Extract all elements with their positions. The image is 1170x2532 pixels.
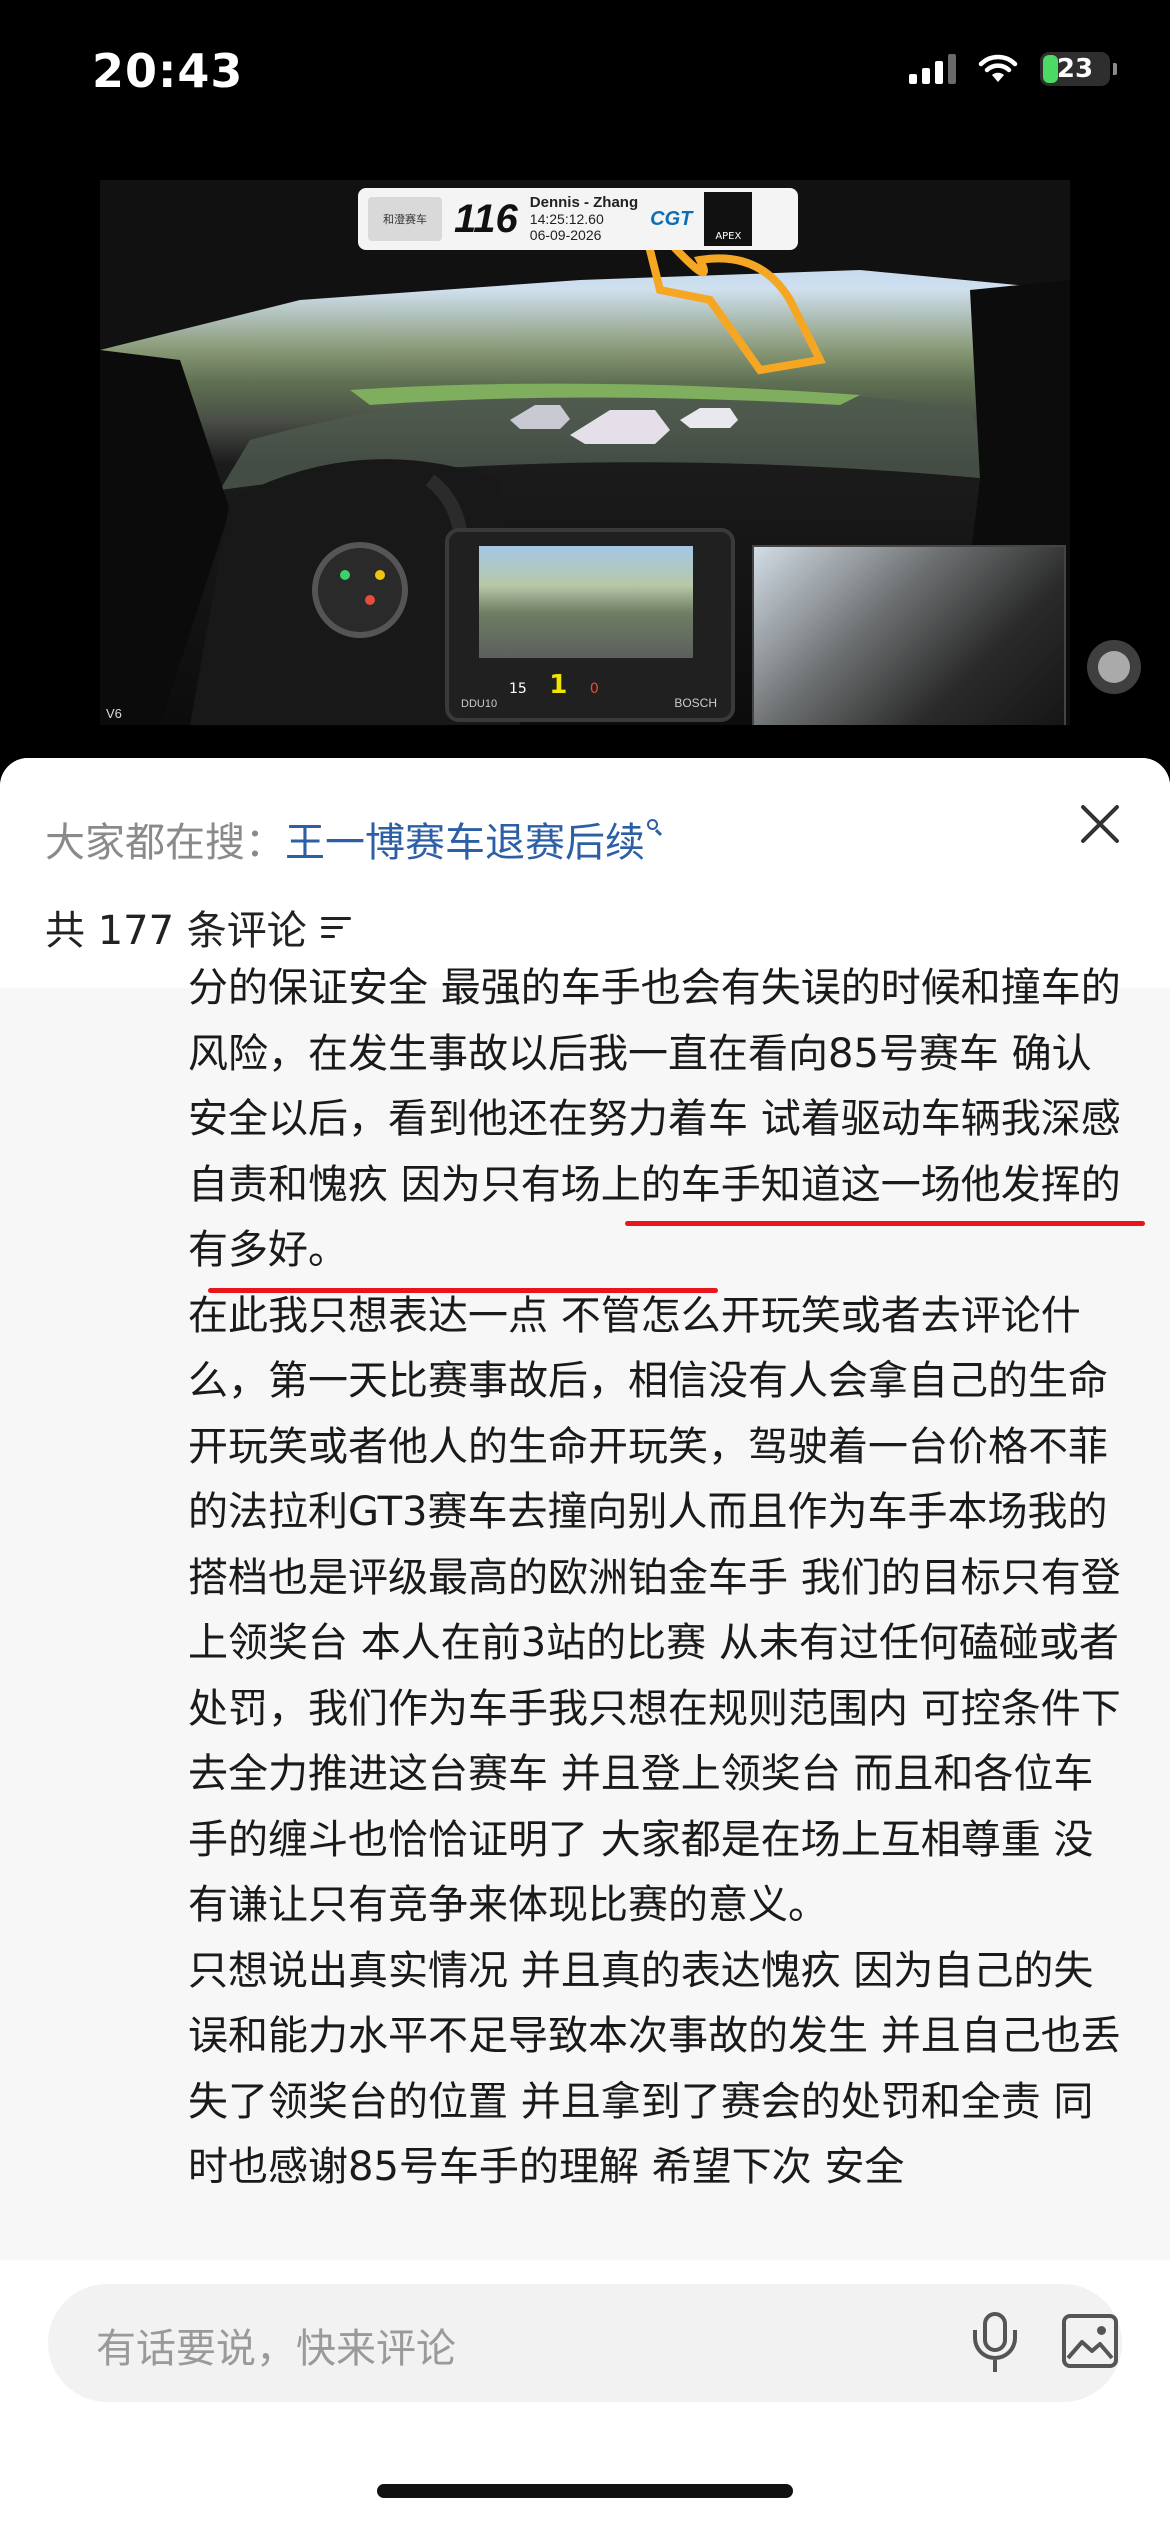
hot-search-row[interactable]: 大家都在搜： 王一博赛车退赛后续 <box>45 810 665 868</box>
status-bar: 20:43 23 <box>0 0 1170 150</box>
hot-search-label: 大家都在搜： <box>45 820 285 866</box>
series-logo: CGT <box>650 207 693 230</box>
battery-level <box>1043 55 1058 83</box>
comment-input[interactable]: 有话要说，快来评论 <box>48 2284 1122 2402</box>
floating-assist-button[interactable] <box>1087 640 1141 694</box>
dash-brand: BOSCH <box>674 696 717 710</box>
dashboard-display: 15 1 0 DDU10 BOSCH <box>445 528 735 722</box>
hot-search-link[interactable]: 王一博赛车退赛后续 <box>285 810 645 868</box>
team-logo: 和澄赛车 <box>368 197 442 241</box>
onboard-camera-inset <box>752 545 1066 725</box>
driver-names: Dennis - Zhang <box>529 194 639 211</box>
comment-body: 分的保证安全 最强的车手也会有失误的时候和撞车的风险，在发生事故以后我一直在看向… <box>188 956 1128 2201</box>
apex-logo: APEX <box>704 192 753 246</box>
comment-paragraph: 在此我只想表达一点 不管怎么开玩笑或者去评论什么，第一天比赛事故后，相信没有人会… <box>188 1292 1121 1929</box>
dash-speed-right: 0 <box>589 681 599 697</box>
highlight-underline <box>625 1221 1145 1226</box>
lap-time: 14:25:12.60 <box>529 211 604 227</box>
dashboard-stats: 15 1 0 <box>509 670 599 700</box>
cellular-signal-icon <box>909 54 956 84</box>
video-corner-label: V6 <box>106 706 122 721</box>
race-date: 06-09-2026 <box>529 227 602 243</box>
image-icon[interactable] <box>1062 2314 1118 2368</box>
status-icons: 23 <box>909 52 1117 86</box>
battery-icon: 23 <box>1040 52 1117 86</box>
comment-sheet-header: 大家都在搜： 王一博赛车退赛后续 共 177 条评论 <box>0 758 1170 988</box>
comment-input-placeholder: 有话要说，快来评论 <box>96 2326 456 2372</box>
dashboard-camera-feed <box>479 546 693 658</box>
highlight-underline <box>208 1288 718 1293</box>
overlay-details: Dennis - Zhang 14:25:12.60 06-09-2026 <box>529 194 639 244</box>
search-icon <box>647 819 665 837</box>
sort-icon[interactable] <box>320 913 351 941</box>
dash-gear: 1 <box>549 670 568 700</box>
close-button[interactable] <box>1072 796 1128 852</box>
status-time: 20:43 <box>92 44 244 98</box>
race-video-player[interactable]: 和澄赛车 116 Dennis - Zhang 14:25:12.60 06-0… <box>100 180 1070 725</box>
comment-paragraph: 分的保证安全 最强的车手也会有失误的时候和撞车的风险，在发生事故以后我一直在看向… <box>188 965 1121 1273</box>
dash-speed-left: 15 <box>509 681 527 697</box>
dash-model: DDU10 <box>461 698 498 710</box>
race-info-overlay: 和澄赛车 116 Dennis - Zhang 14:25:12.60 06-0… <box>358 188 798 250</box>
comment-count-row[interactable]: 共 177 条评论 <box>45 898 351 956</box>
car-number: 116 <box>454 196 518 241</box>
battery-percent: 23 <box>1056 54 1094 84</box>
home-indicator[interactable] <box>377 2484 793 2498</box>
comment-count: 共 177 条评论 <box>45 908 307 954</box>
comment-paragraph: 只想说出真实情况 并且真的表达愧疚 因为自己的失误和能力水平不足导致本次事故的发… <box>188 1947 1121 2191</box>
wifi-icon <box>978 54 1018 82</box>
microphone-icon[interactable] <box>966 2312 1026 2376</box>
